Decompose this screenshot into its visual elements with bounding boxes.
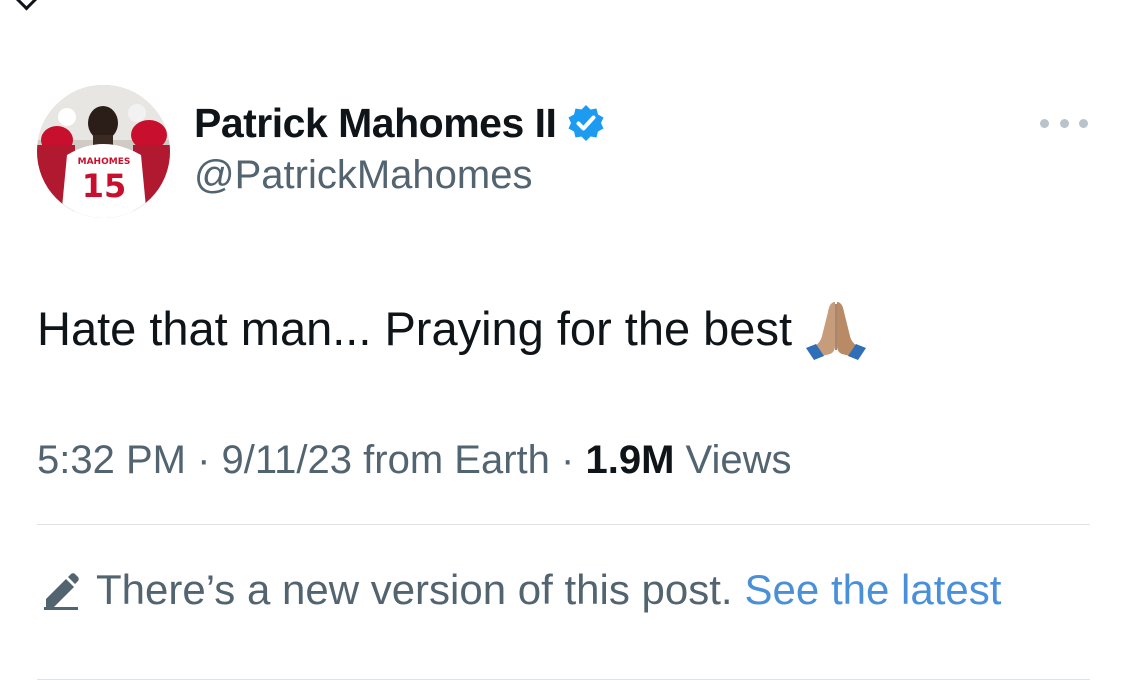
tweet-source: from Earth: [363, 438, 550, 482]
author-name-row[interactable]: Patrick Mahomes II: [194, 97, 606, 149]
avatar-jersey-number: 15: [82, 167, 127, 205]
edit-notice-text: There’s a new version of this post.: [96, 566, 733, 613]
meta-separator: ·: [197, 438, 211, 482]
author-display-name[interactable]: Patrick Mahomes II: [194, 100, 557, 147]
avatar-image: MAHOMES 15: [37, 85, 170, 218]
verified-badge-icon: [568, 105, 604, 141]
views-count[interactable]: 1.9M: [585, 438, 674, 482]
tweet-date[interactable]: 9/11/23: [222, 438, 353, 482]
tweet-text: Hate that man... Praying for the best: [37, 301, 793, 355]
meta-separator: ·: [561, 438, 575, 482]
more-dot: [1040, 118, 1049, 128]
edit-notice: There’s a new version of this post. See …: [40, 566, 1001, 614]
more-dot: [1059, 118, 1069, 128]
avatar[interactable]: MAHOMES 15: [37, 85, 170, 218]
avatar-jersey-name: MAHOMES: [78, 157, 131, 167]
pencil-icon: [44, 573, 79, 610]
folded-hands-icon: [806, 302, 867, 360]
views-label[interactable]: Views: [686, 438, 792, 482]
back-arrow-icon[interactable]: [14, 0, 39, 11]
tweet-header: MAHOMES 15 Patrick Mahomes II @PatrickMa…: [37, 85, 1097, 220]
divider: [37, 524, 1090, 525]
more-options-icon[interactable]: [1040, 111, 1088, 135]
author-handle[interactable]: @PatrickMahomes: [194, 153, 532, 198]
tweet-time[interactable]: 5:32 PM: [37, 438, 186, 482]
tweet-meta: 5:32 PM · 9/11/23 from Earth · 1.9M View…: [37, 438, 792, 483]
tweet-body: Hate that man... Praying for the best: [37, 296, 868, 360]
more-dot: [1079, 118, 1088, 128]
see-latest-link[interactable]: See the latest: [745, 566, 1002, 614]
